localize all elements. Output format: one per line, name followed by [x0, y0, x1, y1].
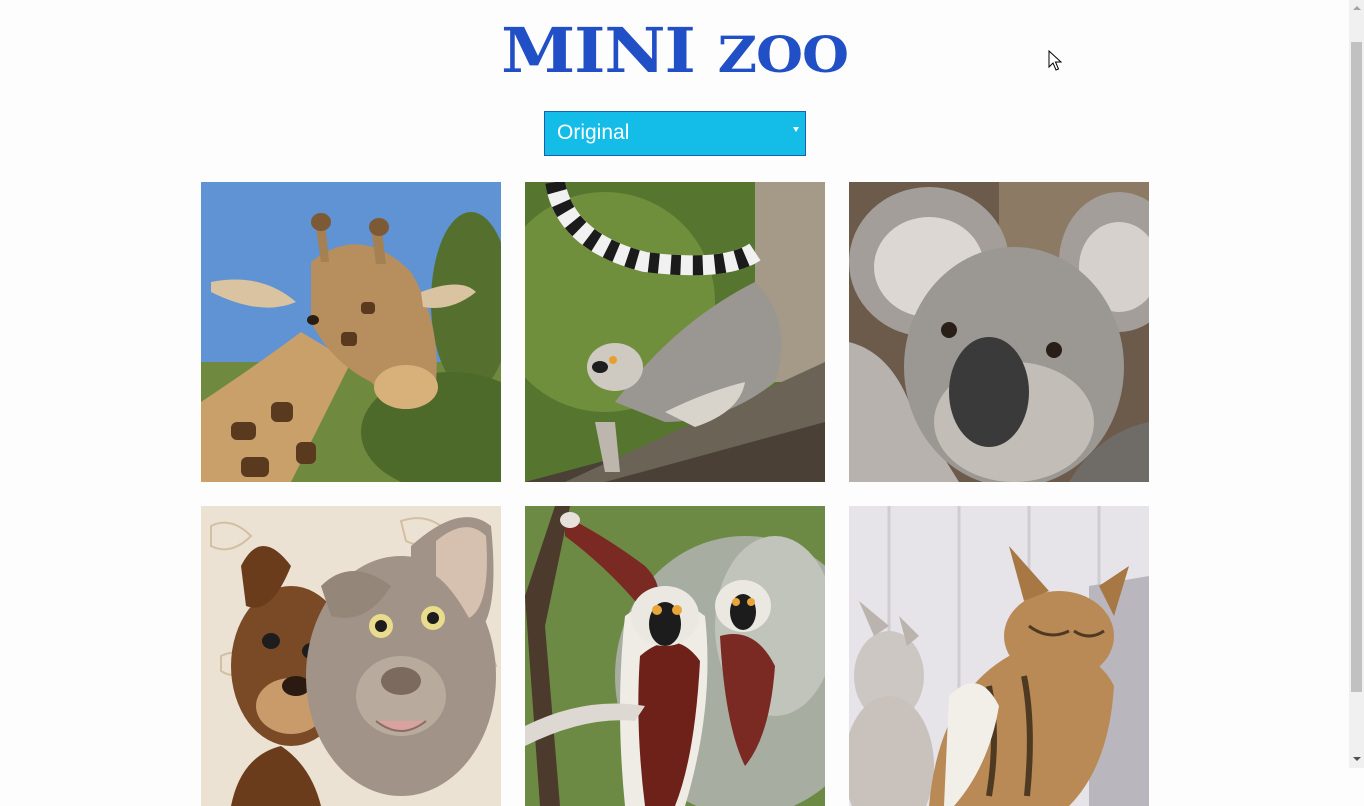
logo-word-zoo: ZOO — [717, 25, 849, 84]
gallery-image-dogs[interactable] — [201, 506, 501, 806]
chevron-down-icon — [793, 127, 799, 132]
gallery-image-giraffe[interactable] — [201, 182, 501, 482]
logo-word-mini: MINI — [501, 14, 696, 87]
filter-select[interactable]: Original — [544, 111, 806, 156]
scroll-up-arrow-icon[interactable] — [1349, 0, 1364, 17]
filter-select-value: Original — [557, 121, 630, 144]
page-scrollbar[interactable] — [1349, 0, 1364, 768]
lemur-image — [525, 182, 825, 482]
gallery-image-koala[interactable] — [849, 182, 1149, 482]
gallery-image-kittens[interactable] — [849, 506, 1149, 806]
mouse-pointer-icon — [1048, 50, 1062, 71]
giraffe-image — [201, 182, 501, 482]
dogs-image — [201, 506, 501, 806]
gallery-image-sifaka-lemurs[interactable] — [525, 506, 825, 806]
scroll-down-arrow-icon[interactable] — [1349, 751, 1364, 768]
koala-image — [849, 182, 1149, 482]
site-logo: MINI ZOO — [0, 18, 1364, 88]
scrollbar-thumb[interactable] — [1351, 42, 1362, 692]
kittens-image — [849, 506, 1149, 806]
page: MINI ZOO Original — [0, 0, 1349, 806]
sifaka-image — [525, 506, 825, 806]
gallery-image-ring-tailed-lemur[interactable] — [525, 182, 825, 482]
